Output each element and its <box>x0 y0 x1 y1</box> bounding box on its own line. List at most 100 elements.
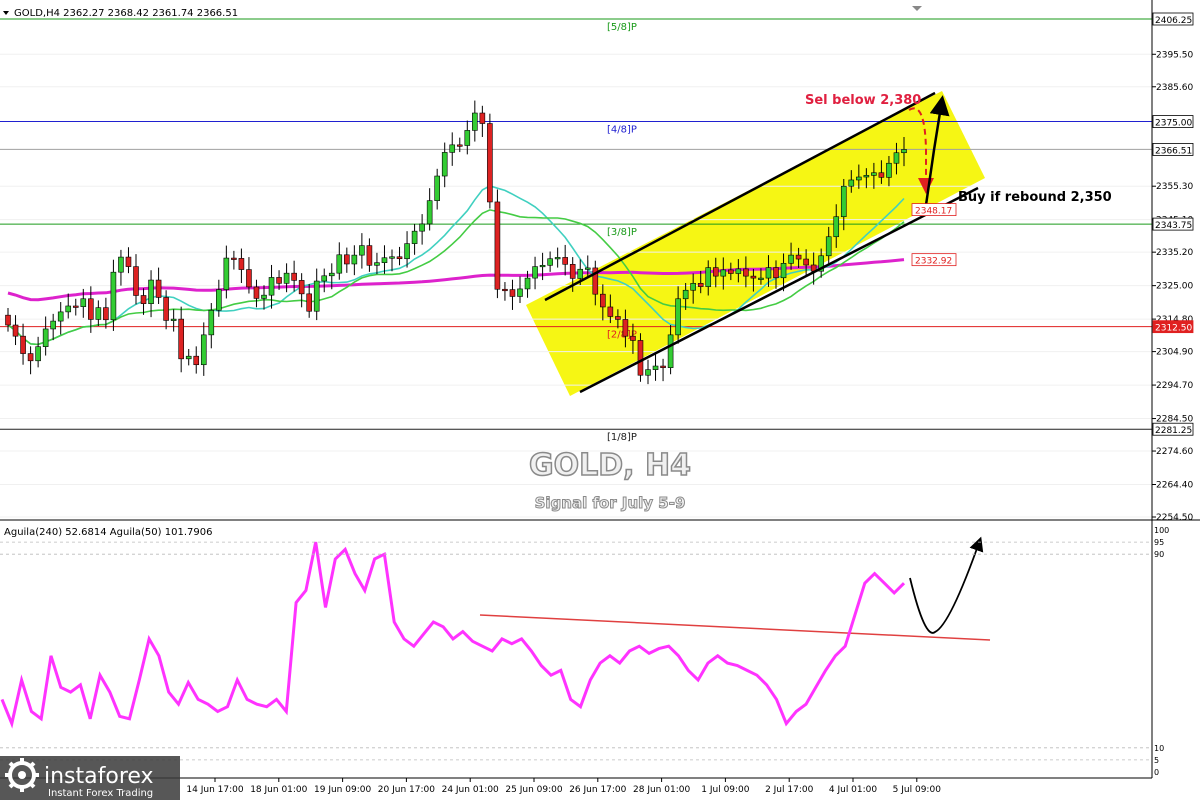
bear-candle <box>562 257 568 265</box>
bull-candle <box>840 185 847 218</box>
murrey-level-label: [5/8]P <box>607 22 637 33</box>
bull-candle <box>554 257 561 260</box>
bear-candle <box>396 256 403 260</box>
indicator-tick-label: 5 <box>1154 756 1159 765</box>
bull-candle <box>856 176 862 181</box>
bull-candle <box>50 320 56 330</box>
chart-title: GOLD, H4 <box>529 448 691 483</box>
bull-candle <box>547 258 553 266</box>
bull-candle <box>705 267 712 287</box>
bull-candle <box>261 294 267 299</box>
bull-candle <box>208 309 215 336</box>
bull-candle <box>381 257 388 263</box>
indicator-header: Aguila(240) 52.6814 Aguila(50) 101.7906 <box>4 527 212 538</box>
bull-candle <box>359 245 365 256</box>
symbol-header: GOLD,H4 2362.27 2368.42 2361.74 2366.51 <box>14 8 238 19</box>
bear-candle <box>456 144 463 147</box>
bear-candle <box>569 264 576 279</box>
bear-candle <box>479 112 486 124</box>
bear-candle <box>12 324 19 337</box>
bear-candle <box>509 289 516 297</box>
bull-candle <box>539 264 546 268</box>
indicator-tick-label: 90 <box>1154 550 1164 559</box>
chart-window: [5/8]P [4/8]P [3/8]P [2/8]P [1/8]P 2395.50 23… <box>0 0 1200 800</box>
price-pane <box>0 0 1152 519</box>
bear-candle <box>502 288 508 292</box>
bull-candle <box>825 236 832 257</box>
bull-candle <box>80 298 87 307</box>
bull-candle <box>848 179 855 187</box>
bear-candle <box>728 269 734 274</box>
bear-candle <box>72 305 79 308</box>
bear-candle <box>140 295 147 304</box>
price-tick-label: 2294.70 <box>1156 381 1193 391</box>
current-price-box-text: 2366.51 <box>1155 146 1192 156</box>
bull-candle <box>268 277 275 296</box>
price-tick-label: 2325.00 <box>1156 282 1193 292</box>
bear-candle <box>306 293 312 312</box>
bear-candle <box>607 306 614 317</box>
time-tick-label: 26 Jun 17:00 <box>569 785 626 795</box>
level-price-box-text: 2406.25 <box>1155 16 1192 26</box>
bull-candle <box>328 272 335 277</box>
bear-candle <box>178 318 184 360</box>
bear-candle <box>615 316 621 320</box>
gear-icon <box>5 758 39 792</box>
bear-candle <box>344 254 350 265</box>
bear-candle <box>133 266 139 296</box>
bull-candle <box>374 262 380 266</box>
indicator-tick-label: 95 <box>1154 538 1164 547</box>
bear-candle <box>487 123 493 203</box>
bear-candle <box>366 245 373 266</box>
time-tick-label: 24 Jun 01:00 <box>442 785 499 795</box>
bull-candle <box>871 172 877 176</box>
sell-signal-label: Sel below 2,380 <box>805 93 921 108</box>
svg-text:Instant Forex Trading: Instant Forex Trading <box>48 788 153 799</box>
bull-candle <box>200 334 207 366</box>
bull-candle <box>216 289 222 311</box>
svg-text:instaforex: instaforex <box>44 764 154 789</box>
time-tick-label: 1 Jul 09:00 <box>701 785 750 795</box>
bear-candle <box>27 353 34 362</box>
price-tick-label: 2254.50 <box>1156 513 1193 523</box>
time-tick-label: 18 Jun 01:00 <box>250 785 307 795</box>
time-tick-label: 5 Jul 09:00 <box>893 785 942 795</box>
bear-candle <box>125 256 132 267</box>
bull-candle <box>95 307 102 320</box>
murrey-level-label: [3/8]P <box>607 227 637 238</box>
bear-candle <box>291 272 297 281</box>
bull-candle <box>690 283 696 291</box>
bull-candle <box>434 175 440 201</box>
price-tick-label: 2395.50 <box>1156 50 1193 60</box>
bear-candle <box>660 365 666 368</box>
ma-value-box-text: 2348.17 <box>915 207 952 217</box>
bear-candle <box>494 201 501 290</box>
bull-candle <box>893 152 900 164</box>
price-tick-label: 2304.90 <box>1156 348 1193 358</box>
bull-candle <box>411 230 418 244</box>
bull-candle <box>720 269 727 277</box>
bear-candle <box>803 258 809 266</box>
indicator-tick-label: 100 <box>1154 526 1169 535</box>
bull-candle <box>223 257 230 290</box>
chart-subtitle: Signal for July 5-9 <box>535 494 686 512</box>
bull-candle <box>42 328 49 347</box>
bear-candle <box>238 258 245 270</box>
bear-candle <box>637 340 644 376</box>
bull-candle <box>419 223 425 232</box>
bear-candle <box>276 277 282 284</box>
bull-candle <box>901 149 907 154</box>
bull-candle <box>472 112 478 131</box>
bear-candle <box>750 275 757 279</box>
chart-svg: [5/8]P[4/8]P[3/8]P[2/8]P[1/8]P 2395.5023… <box>0 0 1200 800</box>
bear-candle <box>712 267 719 277</box>
bull-candle <box>313 280 320 312</box>
bull-candle <box>404 243 410 260</box>
time-tick-label: 2 Jul 17:00 <box>765 785 814 795</box>
bull-candle <box>833 216 840 238</box>
bull-candle <box>65 305 72 313</box>
time-tick-label: 20 Jun 17:00 <box>378 785 435 795</box>
bull-candle <box>449 144 456 153</box>
bull-candle <box>170 318 177 321</box>
bull-candle <box>517 288 523 297</box>
